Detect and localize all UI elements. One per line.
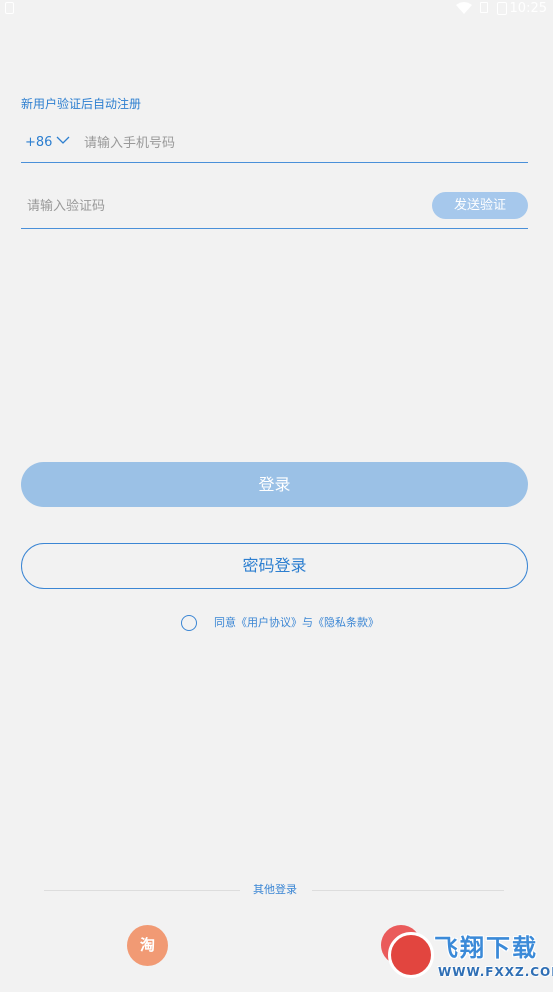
watermark-logo-icon: [388, 932, 434, 978]
agreement-prefix: 同意: [214, 616, 236, 629]
privacy-link[interactable]: 《隐私条款》: [313, 616, 379, 629]
divider-right: [312, 890, 504, 891]
login-button[interactable]: 登录: [21, 462, 528, 507]
country-code[interactable]: +86: [25, 134, 52, 152]
notification-icon: [5, 2, 14, 14]
status-bar: 10:25: [0, 0, 553, 18]
agreement-conjunction: 与: [302, 616, 313, 629]
password-login-button[interactable]: 密码登录: [21, 543, 528, 589]
wifi-icon: [456, 2, 472, 14]
phone-underline: [21, 162, 528, 163]
other-login-label: 其他登录: [253, 883, 297, 896]
status-time: 10:25: [509, 1, 547, 16]
chevron-down-icon[interactable]: [56, 133, 70, 147]
battery-icon: [497, 2, 507, 15]
code-underline: [21, 228, 528, 229]
auto-register-hint: 新用户验证后自动注册: [21, 97, 142, 111]
divider-left: [44, 890, 240, 891]
user-agreement-link[interactable]: 《用户协议》: [236, 616, 302, 629]
sim-icon: [480, 2, 488, 13]
send-code-button[interactable]: 发送验证: [432, 192, 528, 219]
watermark-title: 飞翔下载: [434, 934, 538, 962]
taobao-login-icon[interactable]: 淘: [127, 925, 168, 966]
agreement-checkbox[interactable]: [181, 615, 197, 631]
watermark-url: WWW.FXXZ.COM: [438, 965, 553, 979]
phone-input[interactable]: [84, 130, 514, 156]
verification-code-input[interactable]: [27, 193, 417, 219]
agreement-text: 同意《用户协议》与《隐私条款》: [214, 616, 379, 630]
